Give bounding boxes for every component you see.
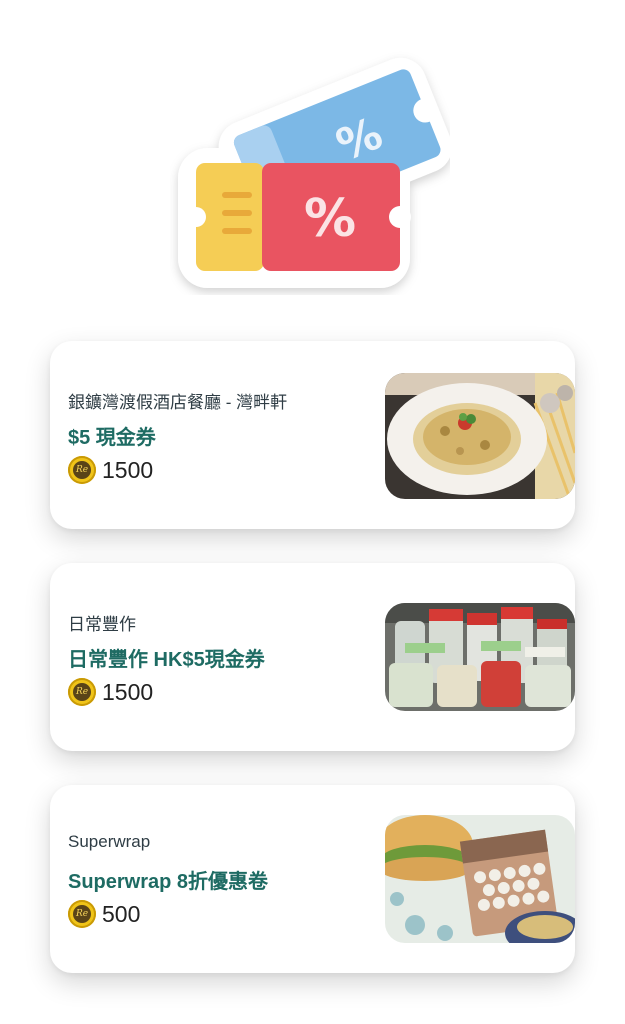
- points-price: Re 1500: [68, 676, 153, 708]
- coupon-tickets-icon: % %: [178, 57, 450, 288]
- voucher-title: $5 現金券: [68, 427, 156, 449]
- reward-card[interactable]: 銀鑛灣渡假酒店餐廳 - 灣畔軒 $5 現金券 Re 1500: [50, 341, 575, 529]
- beeswax-wrap-image: [385, 815, 575, 943]
- coin-icon: Re: [68, 678, 96, 706]
- coin-icon: Re: [68, 456, 96, 484]
- points-value: 500: [102, 900, 141, 927]
- merchant-name: Superwrap: [68, 832, 151, 851]
- points-value: 1500: [102, 456, 154, 483]
- points-price: Re 500: [68, 898, 140, 930]
- merchant-name: 日常豐作: [68, 615, 136, 634]
- voucher-title: Superwrap 8折優惠卷: [68, 871, 269, 893]
- voucher-title: 日常豐作 HK$5現金券: [68, 649, 265, 671]
- jars-products-image: [385, 603, 575, 711]
- pasta-dish-image: [385, 373, 575, 499]
- points-value: 1500: [102, 678, 154, 705]
- svg-text:%: %: [304, 189, 356, 249]
- coin-icon: Re: [68, 900, 96, 928]
- points-price: Re 1500: [68, 454, 153, 486]
- reward-card[interactable]: 日常豐作 日常豐作 HK$5現金券 Re 1500: [50, 563, 575, 751]
- rewards-page: % % 銀鑛灣渡假酒店餐廳 - 灣畔軒 $5 現金券 Re 1500 日常豐作 …: [0, 0, 625, 1024]
- reward-card[interactable]: Superwrap Superwrap 8折優惠卷 Re 500: [50, 785, 575, 973]
- merchant-name: 銀鑛灣渡假酒店餐廳 - 灣畔軒: [68, 393, 288, 412]
